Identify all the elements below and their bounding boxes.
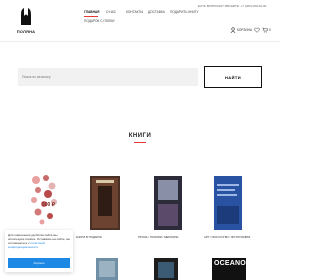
cookie-accept-button[interactable]: Хорошо bbox=[8, 258, 70, 268]
cookie-banner: Для повышения удобства сайта мы использу… bbox=[5, 230, 73, 272]
logo-mark-icon bbox=[21, 8, 31, 25]
nav-item-about[interactable]: О НАС bbox=[106, 10, 116, 14]
header-utils: КОРЗИНА 0 bbox=[230, 27, 274, 35]
cart-count: 0 bbox=[269, 28, 271, 32]
nav-item-home[interactable]: ГЛАВНАЯ bbox=[84, 10, 99, 14]
book-cover-art[interactable] bbox=[214, 176, 244, 230]
category-label-gift[interactable]: КНИГИ В ПОДАРОК bbox=[76, 235, 102, 239]
book-cover-row2[interactable] bbox=[154, 258, 184, 280]
book-cover-text: OCEANO bbox=[214, 260, 246, 267]
book-cover-art bbox=[154, 176, 182, 230]
cookie-text: Для повышения удобства сайта мы использу… bbox=[8, 233, 70, 249]
book-cover-art bbox=[28, 172, 58, 226]
heart-icon[interactable] bbox=[254, 27, 260, 33]
section-divider bbox=[134, 142, 146, 143]
category-label-art[interactable]: АРТ / ИСКУССТВО / ФОТОГРАФИЯ bbox=[204, 235, 250, 239]
book-cover-text: 500 ₽ bbox=[42, 202, 55, 208]
nav-item-gift-book[interactable]: ПОДАРИТЬ КНИГУ bbox=[170, 10, 199, 14]
nav-item-contacts[interactable]: КОНТАКТЫ bbox=[126, 10, 143, 14]
active-underline bbox=[84, 16, 98, 17]
search-button[interactable]: НАЙТИ bbox=[204, 66, 262, 88]
category-label-prose[interactable]: ПРОЗА / ПОЭЗИЯ / МЕМУАРЫ bbox=[138, 235, 178, 239]
book-cover-row2[interactable] bbox=[96, 258, 126, 280]
book-cover-prose[interactable] bbox=[90, 176, 120, 230]
book-cover-art bbox=[96, 258, 118, 280]
section-title: КНИГИ bbox=[128, 133, 152, 139]
brand-name: ПОЛЯНА bbox=[16, 29, 36, 34]
nav-item-gift-shelf[interactable]: ПОДАРОК С ПОЛКИ bbox=[84, 19, 114, 23]
book-cover-art bbox=[154, 258, 178, 280]
cart-label[interactable]: КОРЗИНА bbox=[237, 28, 252, 32]
book-cover-art-image bbox=[214, 176, 242, 230]
search-input[interactable] bbox=[18, 68, 198, 86]
user-icon[interactable] bbox=[230, 27, 236, 33]
book-cover-gift[interactable]: 500 ₽ bbox=[28, 172, 58, 226]
search-bar: НАЙТИ bbox=[18, 66, 262, 88]
book-cover-row2[interactable]: OCEANO bbox=[212, 258, 246, 280]
cart-icon[interactable] bbox=[262, 27, 268, 33]
book-cover-memoir[interactable] bbox=[154, 176, 184, 230]
site-logo[interactable]: ПОЛЯНА bbox=[14, 7, 38, 37]
main-nav: ГЛАВНАЯ О НАС КОНТАКТЫ ДОСТАВКА ПОДАРИТЬ… bbox=[84, 10, 204, 40]
site-header: ПОЛЯНА ЕСТЬ ВОПРОСЫ? ЗВОНИТЕ: +7 (000) 0… bbox=[0, 0, 280, 42]
book-cover-art bbox=[90, 176, 120, 230]
nav-item-delivery[interactable]: ДОСТАВКА bbox=[148, 10, 165, 14]
contact-text: ЕСТЬ ВОПРОСЫ? ЗВОНИТЕ: +7 (000) 000-00-0… bbox=[198, 4, 267, 8]
